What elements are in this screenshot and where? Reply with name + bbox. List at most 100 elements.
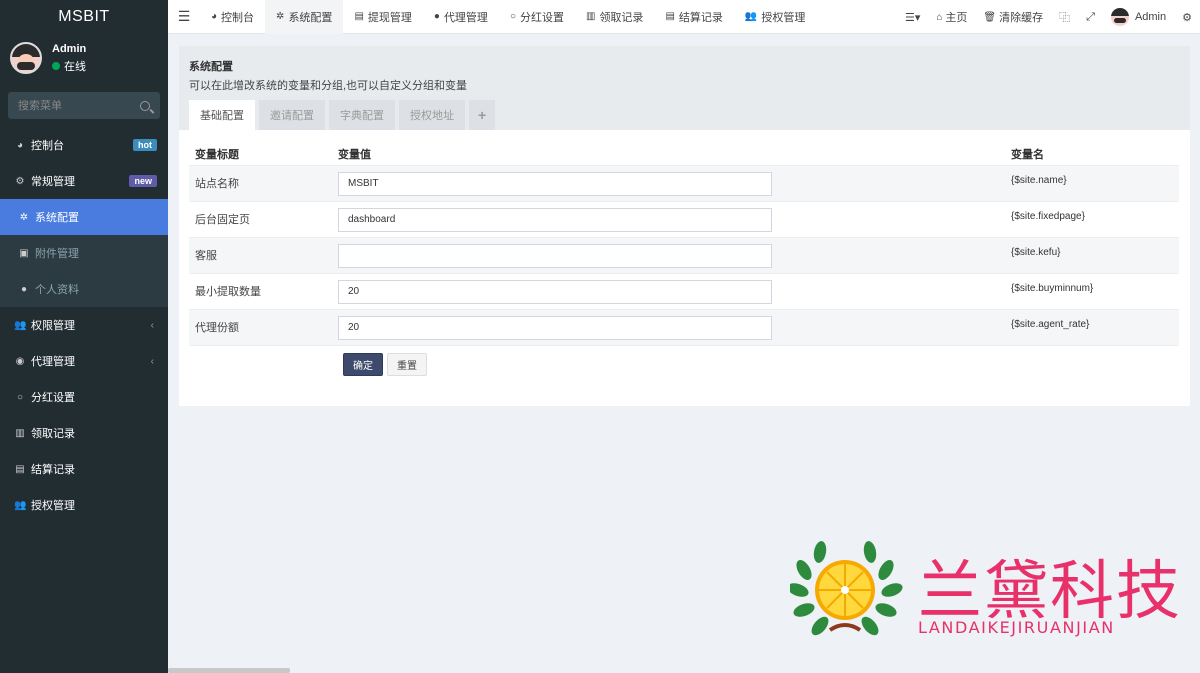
- fixed-page-field[interactable]: [338, 207, 772, 232]
- sidebar-item-authorization[interactable]: 👥 授权管理: [0, 487, 168, 523]
- home-icon: ⌂: [936, 11, 943, 23]
- sidebar-item-label: 个人资料: [35, 284, 79, 296]
- home-link[interactable]: ⌂ 主页: [928, 0, 975, 34]
- cogs-icon: ⚙: [1182, 11, 1192, 24]
- sidebar-item-settlements[interactable]: ▤ 结算记录: [0, 451, 168, 487]
- sidebar-menu: ◕ 控制台 hot ⚙ 常规管理 new ✲ 系统配置 ▣ 附件管理 ● 个人资…: [0, 127, 168, 523]
- search-icon[interactable]: [140, 100, 150, 111]
- sidebar-item-label: 分红设置: [31, 392, 75, 404]
- sidebar-item-profile[interactable]: ● 个人资料: [0, 271, 168, 307]
- settings-button[interactable]: ⚙: [1174, 0, 1200, 34]
- sidebar-item-agents[interactable]: ◉ 代理管理 ‹: [0, 343, 168, 379]
- tab-label: 代理管理: [443, 11, 488, 24]
- dashboard-icon: ◕: [211, 11, 218, 22]
- tab-dividends[interactable]: ○ 分红设置: [499, 0, 575, 34]
- clear-cache-button[interactable]: 🗑 清除缓存: [975, 0, 1051, 34]
- row-title: 站点名称: [195, 178, 239, 190]
- status-label: 在线: [64, 60, 86, 73]
- gear-icon: ✲: [19, 211, 29, 223]
- sidebar-item-label: 权限管理: [31, 320, 75, 332]
- table-header: 变量标题 变量值 变量名: [189, 142, 1179, 166]
- config-tabs: 基础配置 邀请配置 字典配置 授权地址 +: [189, 100, 499, 130]
- table-row: 站点名称 {$site.name}: [189, 166, 1179, 202]
- trash-icon: 🗑: [983, 11, 997, 23]
- panel-heading: 系统配置 可以在此增改系统的变量和分组,也可以自定义分组和变量 基础配置 邀请配…: [179, 46, 1190, 130]
- row-var-name: {$site.buyminnum}: [1011, 283, 1094, 294]
- watermark-subtitle: LANDAIKEJIRUANJIAN: [918, 618, 1115, 637]
- min-withdraw-field[interactable]: [338, 279, 772, 304]
- table-row: 客服 {$site.kefu}: [189, 238, 1179, 274]
- sidebar-item-label: 代理管理: [31, 356, 75, 368]
- row-var-name: {$site.name}: [1011, 175, 1067, 186]
- sidebar-item-dividends[interactable]: ○ 分红设置: [0, 379, 168, 415]
- reset-button[interactable]: 重置: [387, 353, 427, 376]
- customer-service-field[interactable]: [338, 243, 772, 268]
- row-title: 最小提取数量: [195, 286, 261, 298]
- row-title: 客服: [195, 250, 217, 262]
- tab-label: 结算记录: [678, 11, 723, 24]
- tab-dictionary-config[interactable]: 字典配置: [329, 100, 395, 130]
- user-panel: Admin 在线: [0, 34, 168, 82]
- form-actions: 确定 重置: [343, 353, 431, 376]
- cogs-icon: ⚙: [15, 175, 25, 187]
- tab-invite-config[interactable]: 邀请配置: [259, 100, 325, 130]
- group-icon: 👥: [14, 319, 27, 331]
- search-input[interactable]: [18, 99, 128, 112]
- add-tab-button[interactable]: +: [469, 100, 496, 130]
- submit-button[interactable]: 确定: [343, 353, 383, 376]
- bar-chart-icon: ▥: [585, 11, 596, 22]
- config-panel: 系统配置 可以在此增改系统的变量和分组,也可以自定义分组和变量 基础配置 邀请配…: [179, 46, 1190, 406]
- tab-system-config[interactable]: ✲ 系统配置: [265, 0, 344, 34]
- tab-label: 授权管理: [761, 11, 806, 24]
- sidebar-item-general[interactable]: ⚙ 常规管理 new: [0, 163, 168, 199]
- sidebar-item-label: 常规管理: [31, 176, 75, 188]
- hot-badge: hot: [133, 139, 157, 151]
- chevron-left-icon: ‹: [150, 319, 154, 331]
- tab-authorization[interactable]: 👥 授权管理: [734, 0, 816, 34]
- horizontal-scrollbar[interactable]: [168, 668, 290, 673]
- config-table: 变量标题 变量值 变量名 站点名称 {$site.name} 后台固定页 {$s…: [189, 142, 1179, 346]
- translate-icon: ⿻: [1059, 12, 1071, 24]
- chevron-left-icon: ‹: [150, 355, 154, 367]
- tab-auth-address[interactable]: 授权地址: [399, 100, 465, 130]
- sidebar-item-claims[interactable]: ▥ 领取记录: [0, 415, 168, 451]
- user-menu-label: Admin: [1134, 11, 1167, 23]
- list-icon: ☰▾: [904, 11, 921, 24]
- home-label: 主页: [945, 12, 968, 24]
- sidebar-item-label: 结算记录: [31, 464, 75, 476]
- gear-icon: ✲: [276, 11, 285, 22]
- sidebar-item-system-config[interactable]: ✲ 系统配置: [0, 199, 168, 235]
- image-icon: ▣: [19, 247, 29, 259]
- tab-label: 控制台: [221, 11, 255, 24]
- app-logo[interactable]: MSBIT: [0, 0, 168, 34]
- sidebar-item-permissions[interactable]: 👥 权限管理 ‹: [0, 307, 168, 343]
- sidebar-item-attachments[interactable]: ▣ 附件管理: [0, 235, 168, 271]
- tab-claims[interactable]: ▥ 领取记录: [575, 0, 654, 34]
- user-circle-icon: ◉: [15, 355, 25, 367]
- page-title: 系统配置: [189, 61, 233, 73]
- tab-settlements[interactable]: ▤ 结算记录: [654, 0, 733, 34]
- language-button[interactable]: ⿻: [1051, 0, 1078, 34]
- plus-icon: +: [478, 107, 487, 123]
- new-badge: new: [129, 175, 157, 187]
- tab-agents[interactable]: ● 代理管理: [423, 0, 499, 34]
- agent-rate-field[interactable]: [338, 315, 772, 340]
- hamburger-menu-icon[interactable]: ☰: [168, 0, 200, 34]
- row-var-name: {$site.kefu}: [1011, 247, 1061, 258]
- tab-label: 提现管理: [367, 11, 412, 24]
- tab-dashboard[interactable]: ◕ 控制台: [200, 0, 265, 34]
- tab-withdrawals[interactable]: ▤ 提现管理: [343, 0, 422, 34]
- sidebar-item-dashboard[interactable]: ◕ 控制台 hot: [0, 127, 168, 163]
- user-status: 在线: [52, 58, 86, 74]
- fullscreen-button[interactable]: ⤢: [1078, 0, 1103, 34]
- group-icon: 👥: [744, 11, 758, 22]
- user-menu[interactable]: Admin: [1103, 0, 1174, 34]
- site-name-field[interactable]: [338, 171, 772, 196]
- tab-list-dropdown[interactable]: ☰▾: [897, 0, 928, 34]
- tab-basic-config[interactable]: 基础配置: [189, 100, 255, 130]
- header-value: 变量值: [338, 148, 371, 161]
- row-title: 代理份额: [195, 322, 239, 334]
- user-icon: ●: [433, 11, 440, 22]
- bar-chart-icon: ▥: [15, 427, 25, 439]
- clear-cache-label: 清除缓存: [999, 12, 1044, 24]
